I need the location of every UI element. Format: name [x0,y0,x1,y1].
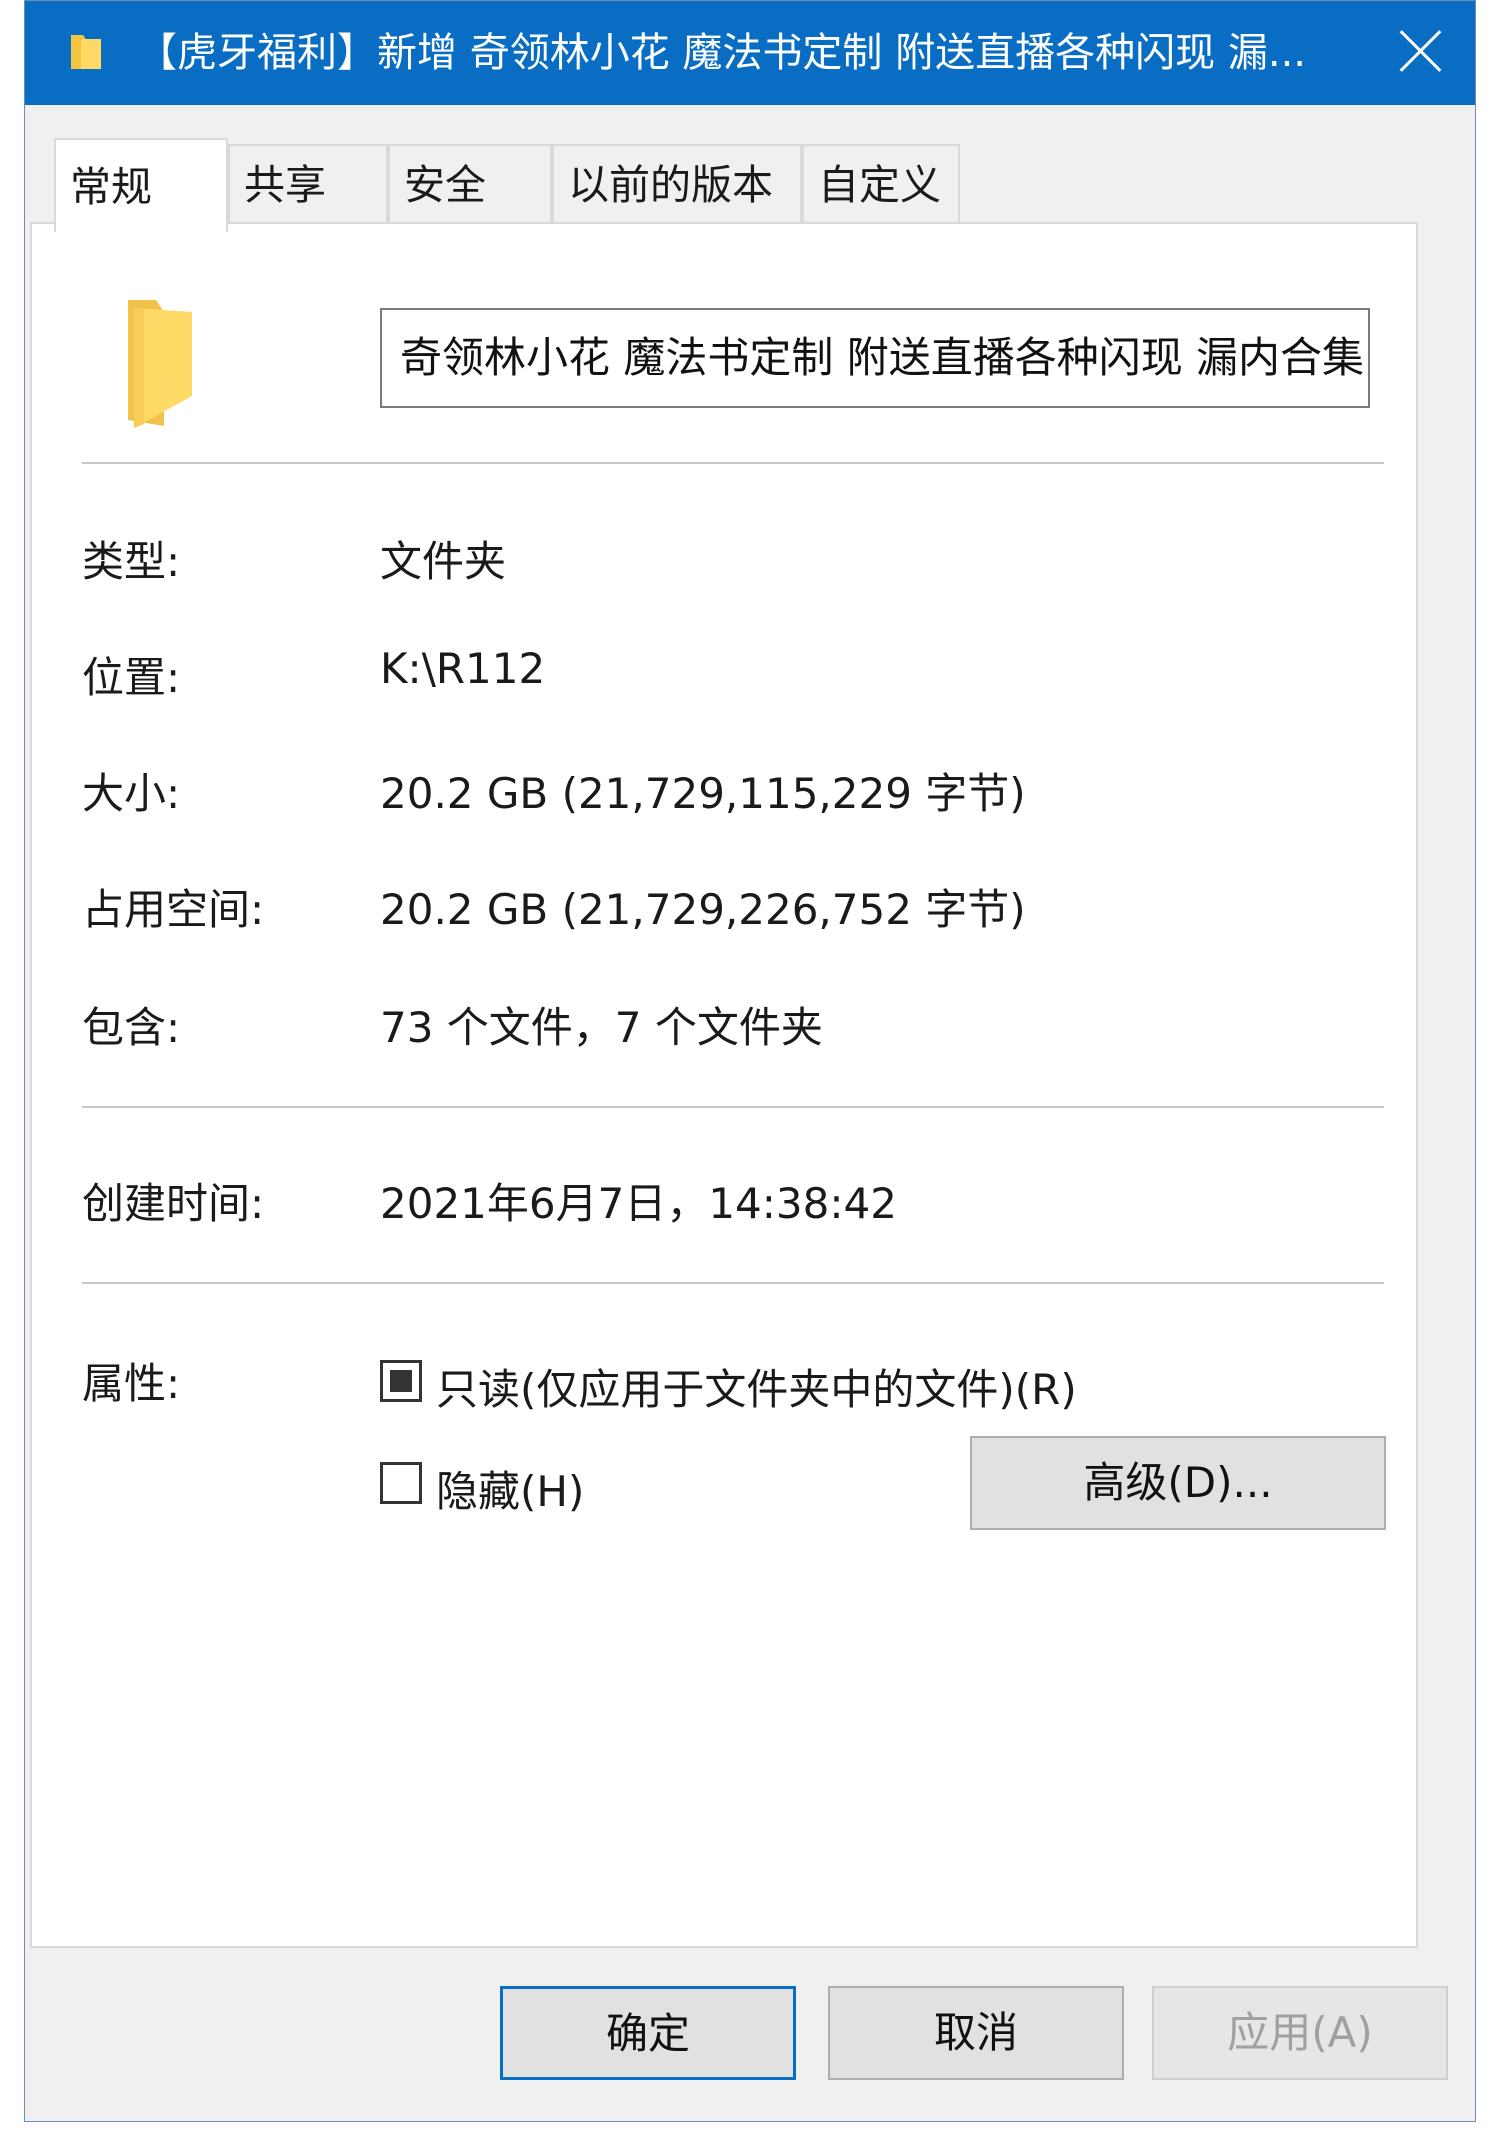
close-icon[interactable] [1365,1,1475,105]
tab-label: 自定义 [818,161,941,209]
cancel-button[interactable]: 取消 [828,1986,1124,2080]
type-label: 类型: [82,537,181,586]
separator [82,1106,1384,1108]
created-value: 2021年6月7日，14:38:42 [380,1179,897,1228]
folder-icon [71,35,101,69]
size-label: 大小: [82,769,181,818]
type-value: 文件夹 [380,537,507,586]
size-on-disk-label: 占用空间: [82,885,265,934]
hidden-label[interactable]: 隐藏(H) [436,1458,584,1519]
tab-label: 以前的版本 [568,161,773,209]
readonly-label[interactable]: 只读(仅应用于文件夹中的文件)(R) [436,1356,1077,1417]
tab-general[interactable]: 常规 [54,138,228,232]
separator [82,462,1384,464]
location-label: 位置: [82,653,181,702]
tab-label: 共享 [244,161,326,209]
tab-sharing[interactable]: 共享 [228,144,388,222]
size-value: 20.2 GB (21,729,115,229 字节) [380,769,1026,818]
separator [82,1282,1384,1284]
folder-icon [128,300,192,428]
title-bar[interactable]: 【虎牙福利】新增 奇领林小花 魔法书定制 附送直播各种闪现 漏... [25,1,1475,105]
tab-security[interactable]: 安全 [388,144,552,222]
ok-button[interactable]: 确定 [500,1986,796,2080]
hidden-checkbox[interactable] [380,1462,422,1504]
tab-panel-general [30,222,1418,1948]
tab-previous-versions[interactable]: 以前的版本 [552,144,802,222]
window-title: 【虎牙福利】新增 奇领林小花 魔法书定制 附送直播各种闪现 漏... [137,30,1307,76]
contains-label: 包含: [82,1003,181,1052]
attributes-label: 属性: [82,1359,181,1408]
tab-label: 常规 [70,163,152,211]
tab-customize[interactable]: 自定义 [802,144,960,222]
apply-button[interactable]: 应用(A) [1152,1986,1448,2080]
location-value: K:\R112 [380,644,546,693]
created-label: 创建时间: [82,1179,265,1228]
contains-value: 73 个文件，7 个文件夹 [380,1003,823,1052]
size-on-disk-value: 20.2 GB (21,729,226,752 字节) [380,885,1026,934]
folder-name-input[interactable]: 奇领林小花 魔法书定制 附送直播各种闪现 漏内合集 [380,308,1370,408]
advanced-button[interactable]: 高级(D)... [970,1436,1386,1530]
readonly-checkbox[interactable] [380,1360,422,1402]
tab-label: 安全 [404,161,486,209]
